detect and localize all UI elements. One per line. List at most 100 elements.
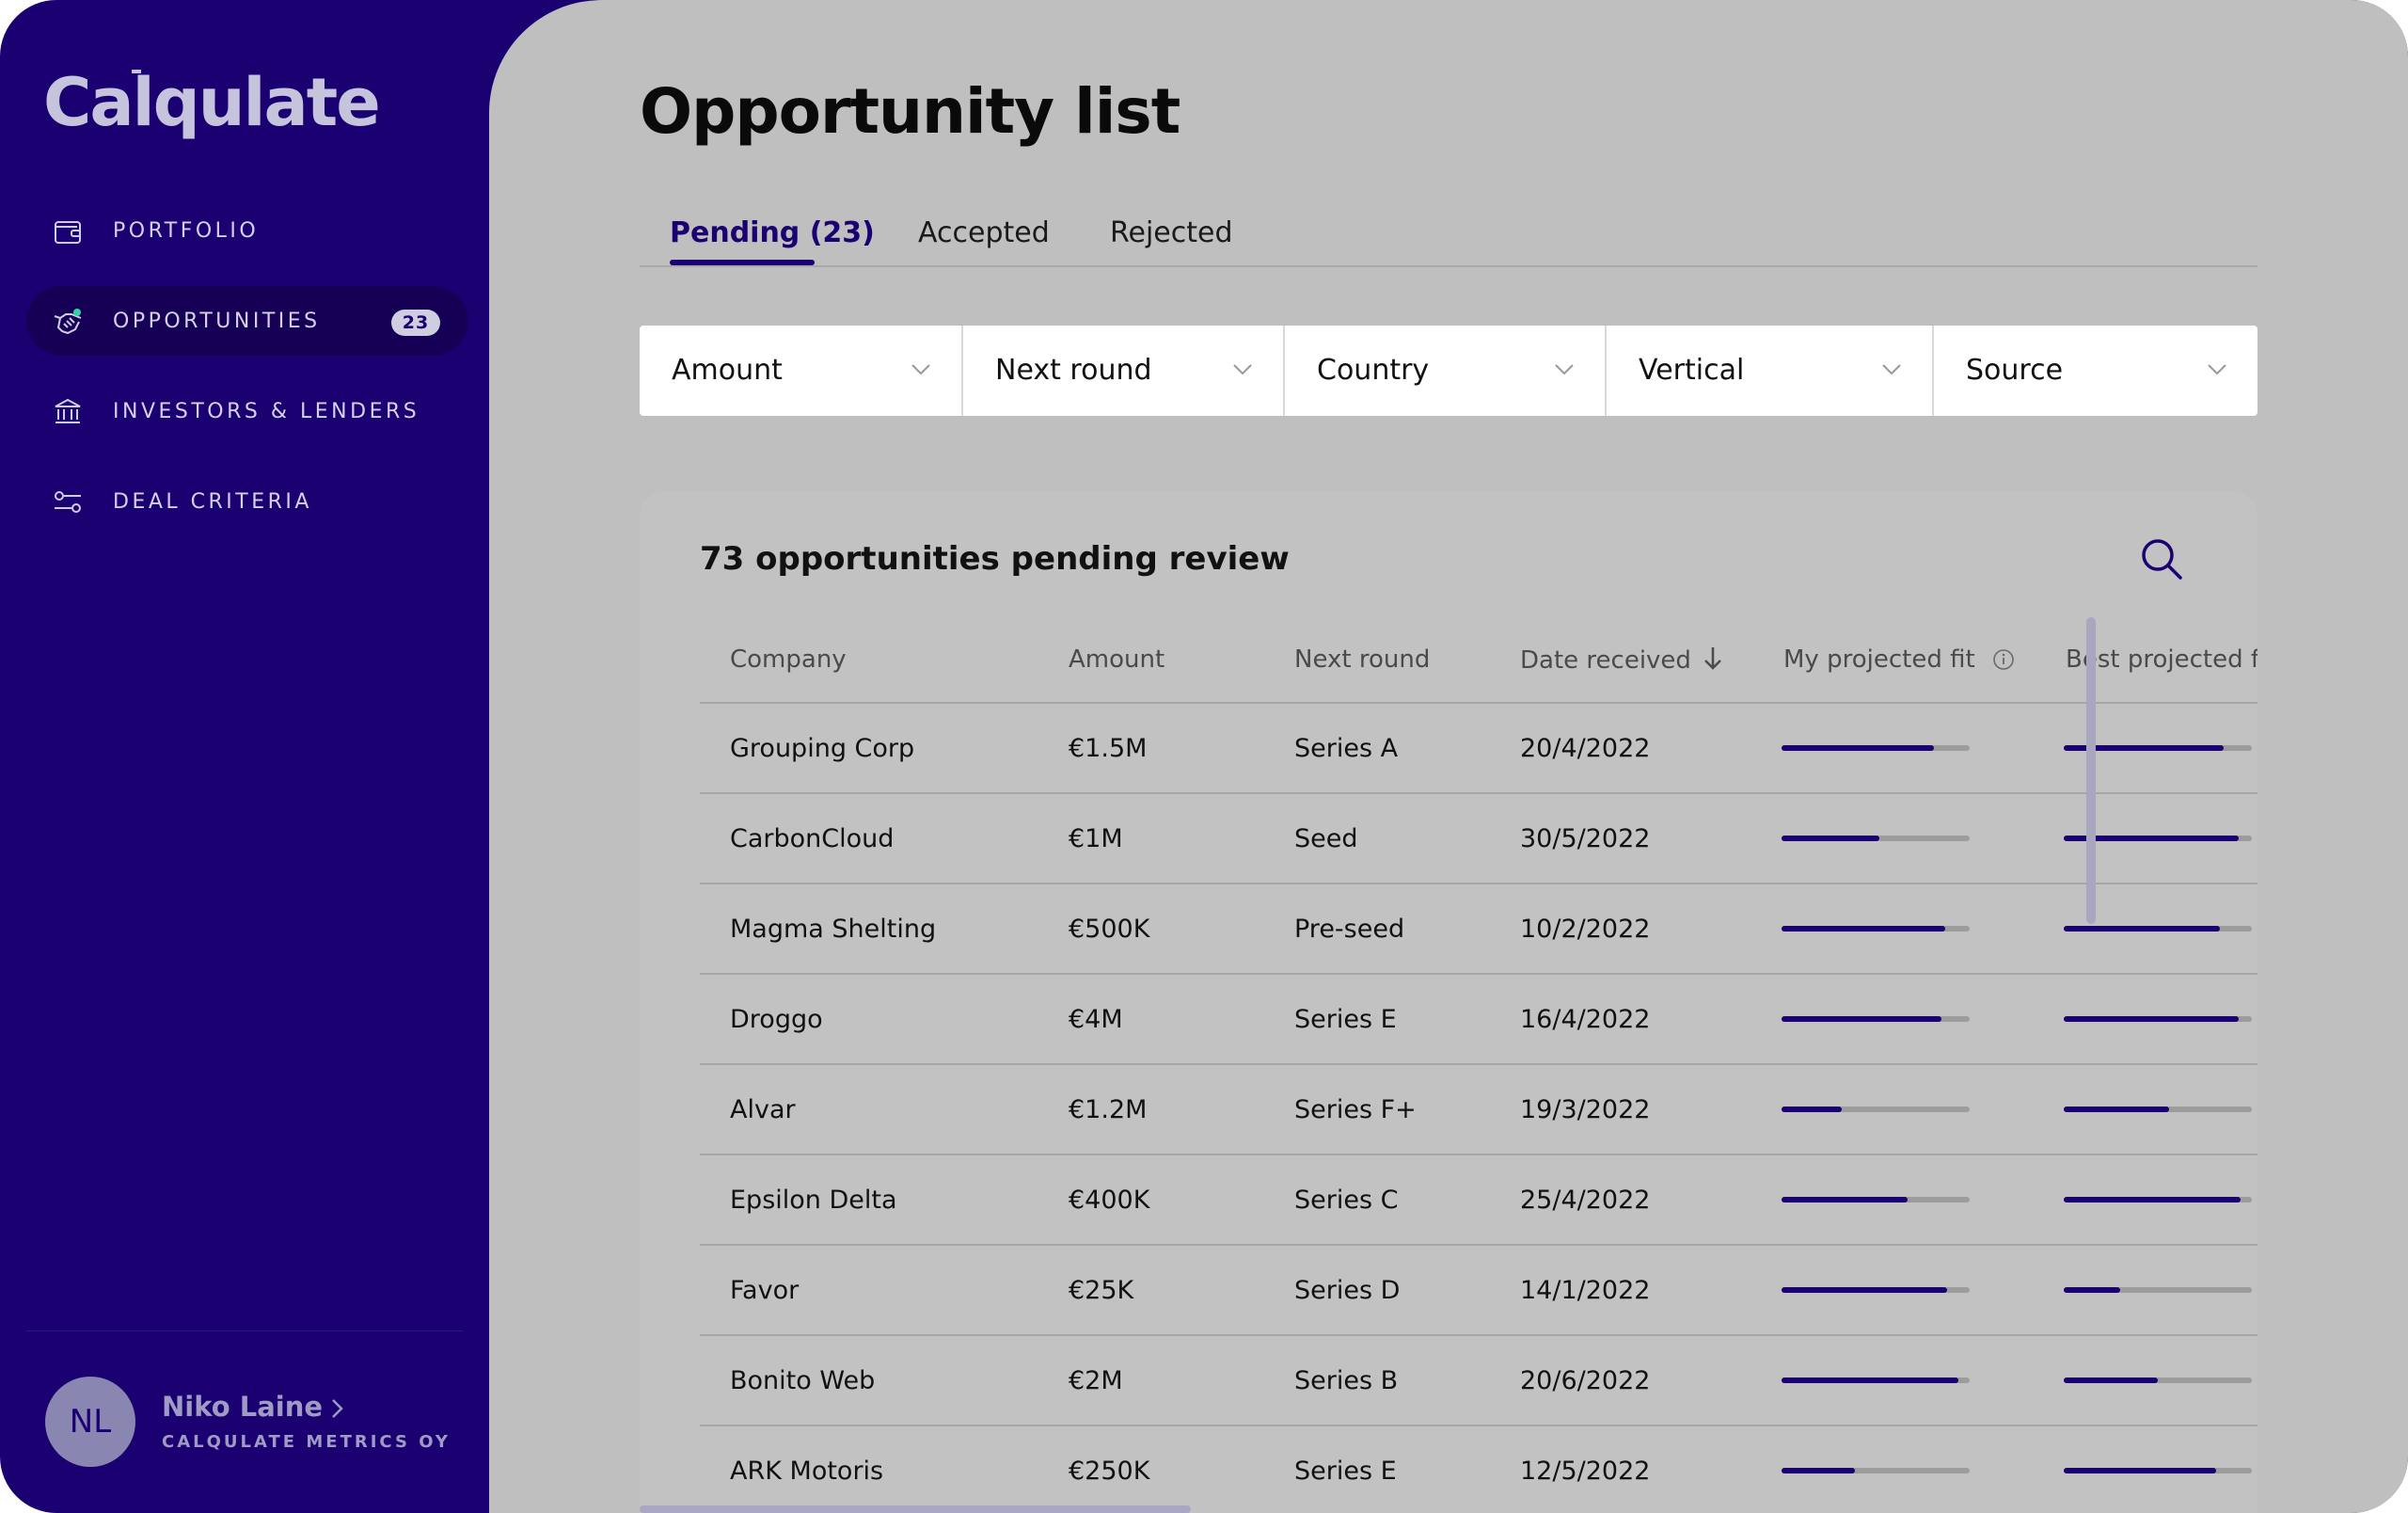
filter-bar: Amount Next round Country Vertical Sourc…	[640, 326, 2258, 416]
column-header-next-round[interactable]: Next round	[1294, 645, 1430, 674]
active-tab-indicator	[670, 260, 815, 265]
bank-icon	[55, 398, 81, 423]
cell-date-received: 19/3/2022	[1520, 1095, 1651, 1124]
cell-company: Epsilon Delta	[730, 1186, 897, 1215]
cell-amount: €25K	[1069, 1276, 1134, 1305]
table-row[interactable]: Epsilon Delta €400K Series C 25/4/2022	[700, 1155, 2258, 1246]
vertical-scrollbar[interactable]	[2086, 617, 2096, 924]
info-icon[interactable]	[1992, 648, 2015, 671]
table-row[interactable]: Favor €25K Series D 14/1/2022	[700, 1246, 2258, 1336]
best-projected-fit-bar	[2064, 1197, 2252, 1202]
my-projected-fit-bar	[1782, 1468, 1970, 1473]
page-title: Opportunity list	[640, 75, 1180, 148]
tab-pending[interactable]: Pending (23)	[670, 216, 875, 249]
best-projected-fit-bar	[2064, 1468, 2252, 1473]
filter-label: Country	[1317, 354, 1430, 387]
wallet-icon	[55, 221, 81, 244]
search-icon[interactable]	[2139, 536, 2184, 581]
chevron-down-icon	[2208, 364, 2226, 375]
horizontal-scrollbar[interactable]	[640, 1505, 1191, 1513]
column-header-date-received[interactable]: Date received	[1520, 645, 1723, 675]
cell-next-round: Series E	[1294, 1457, 1397, 1486]
fit-bar-fill	[2064, 1197, 2241, 1202]
fit-bar-fill	[2064, 1287, 2120, 1293]
filter-country-dropdown[interactable]: Country	[1285, 326, 1607, 416]
table-row[interactable]: CarbonCloud €1M Seed 30/5/2022	[700, 794, 2258, 884]
user-organization: CALQULATE METRICS OY	[162, 1432, 451, 1452]
fit-bar-fill	[2064, 1468, 2216, 1473]
cell-date-received: 12/5/2022	[1520, 1457, 1651, 1486]
app-logo[interactable]: Calqulate	[43, 60, 381, 145]
cell-company: Droggo	[730, 1005, 823, 1034]
table-body: Grouping Corp €1.5M Series A 20/4/2022 Carbo…	[700, 704, 2258, 1513]
fit-bar-fill	[1782, 745, 1934, 751]
card-title: 73 opportunities pending review	[700, 540, 1290, 578]
filter-amount-dropdown[interactable]: Amount	[640, 326, 963, 416]
column-header-label: Date received	[1520, 646, 1691, 675]
fit-bar-fill	[1782, 1287, 1947, 1293]
column-header-company[interactable]: Company	[730, 645, 847, 674]
table-row[interactable]: ARK Motoris €250K Series E 12/5/2022	[700, 1426, 2258, 1513]
fit-bar-fill	[2064, 926, 2220, 932]
sidebar-item-portfolio[interactable]: PORTFOLIO	[26, 196, 468, 265]
cell-next-round: Series D	[1294, 1276, 1401, 1305]
chevron-down-icon	[1233, 364, 1252, 375]
cell-company: Magma Shelting	[730, 915, 937, 944]
main-content: Opportunity list Pending (23) Accepted R…	[489, 0, 2408, 1513]
filter-source-dropdown[interactable]: Source	[1934, 326, 2258, 416]
sidebar-item-investors-lenders[interactable]: INVESTORS & LENDERS	[26, 376, 468, 446]
cell-date-received: 20/4/2022	[1520, 734, 1651, 763]
tab-accepted[interactable]: Accepted	[918, 216, 1050, 249]
cell-amount: €1.2M	[1069, 1095, 1148, 1124]
table-row[interactable]: Alvar €1.2M Series F+ 19/3/2022	[700, 1065, 2258, 1155]
fit-bar-fill	[1782, 926, 1945, 932]
sidebar-item-label: OPPORTUNITIES	[113, 309, 321, 333]
fit-bar-fill	[1782, 1016, 1941, 1022]
avatar[interactable]: NL	[45, 1377, 135, 1467]
user-name[interactable]: Niko Laine	[162, 1391, 323, 1423]
chevron-down-icon	[1555, 364, 1574, 375]
fit-bar-fill	[2064, 1378, 2158, 1383]
chevron-down-icon	[1882, 364, 1901, 375]
cell-amount: €500K	[1069, 915, 1150, 944]
cell-next-round: Series A	[1294, 734, 1399, 763]
cell-next-round: Seed	[1294, 824, 1358, 853]
sidebar-divider	[26, 1330, 463, 1331]
logo-mark	[132, 70, 141, 73]
sliders-icon	[55, 491, 81, 513]
column-header-my-projected-fit[interactable]: My projected fit	[1783, 645, 2015, 674]
sidebar-item-opportunities[interactable]: OPPORTUNITIES 23	[26, 286, 468, 356]
cell-company: Bonito Web	[730, 1366, 876, 1395]
my-projected-fit-bar	[1782, 745, 1970, 751]
cell-amount: €2M	[1069, 1366, 1123, 1395]
cell-amount: €400K	[1069, 1186, 1150, 1215]
cell-date-received: 30/5/2022	[1520, 824, 1651, 853]
sidebar-item-deal-criteria[interactable]: DEAL CRITERIA	[26, 467, 468, 536]
table-row[interactable]: Droggo €4M Series E 16/4/2022	[700, 975, 2258, 1065]
my-projected-fit-bar	[1782, 1197, 1970, 1202]
fit-bar-fill	[1782, 1197, 1908, 1202]
cell-next-round: Series E	[1294, 1005, 1397, 1034]
cell-company: ARK Motoris	[730, 1457, 884, 1486]
cell-date-received: 20/6/2022	[1520, 1366, 1651, 1395]
table-row[interactable]: Bonito Web €2M Series B 20/6/2022	[700, 1336, 2258, 1426]
my-projected-fit-bar	[1782, 926, 1970, 932]
my-projected-fit-bar	[1782, 1378, 1970, 1383]
table-row[interactable]: Grouping Corp €1.5M Series A 20/4/2022	[700, 704, 2258, 794]
filter-label: Source	[1966, 354, 2064, 387]
cell-date-received: 10/2/2022	[1520, 915, 1651, 944]
cell-company: Grouping Corp	[730, 734, 915, 763]
tab-rejected[interactable]: Rejected	[1110, 216, 1233, 249]
fit-bar-fill	[1782, 1468, 1855, 1473]
cell-company: Alvar	[730, 1095, 796, 1124]
column-header-amount[interactable]: Amount	[1069, 645, 1164, 674]
filter-next-round-dropdown[interactable]: Next round	[963, 326, 1285, 416]
handshake-icon	[54, 309, 82, 335]
best-projected-fit-bar	[2064, 1107, 2252, 1112]
table-row[interactable]: Magma Shelting €500K Pre-seed 10/2/2022	[700, 884, 2258, 975]
opportunities-table: Company Amount Next round Date received …	[700, 617, 2258, 1513]
arrow-down-icon	[1704, 647, 1722, 670]
chevron-right-icon[interactable]	[329, 1396, 346, 1421]
cell-date-received: 25/4/2022	[1520, 1186, 1651, 1215]
filter-vertical-dropdown[interactable]: Vertical	[1607, 326, 1934, 416]
